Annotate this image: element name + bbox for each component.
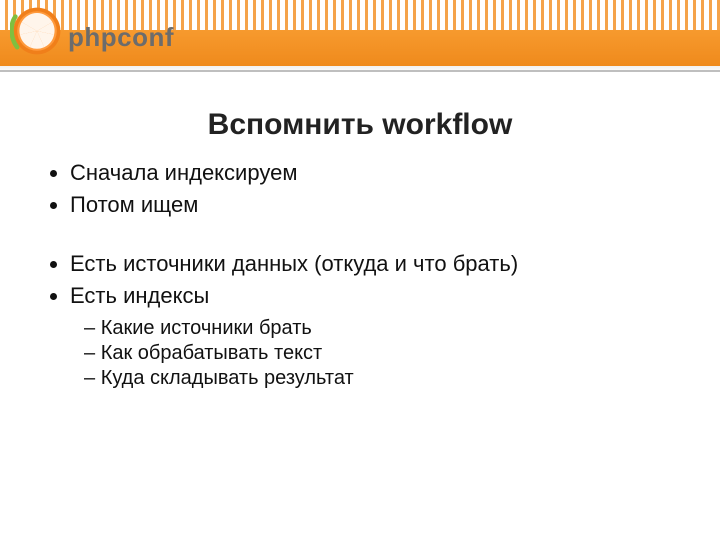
- list-item: Куда складывать результат: [84, 367, 680, 390]
- brand-logo: phpconf: [10, 4, 174, 58]
- sub-bullet-list: Какие источники брать Как обрабатывать т…: [42, 317, 680, 390]
- list-item: Сначала индексируем: [70, 158, 680, 188]
- slide-title: Вспомнить workflow: [0, 108, 720, 142]
- bullet-list-2: Есть источники данных (откуда и что брат…: [42, 249, 680, 310]
- list-item: Есть источники данных (откуда и что брат…: [70, 249, 680, 279]
- brand-name: phpconf: [68, 22, 174, 53]
- list-item: Какие источники брать: [84, 317, 680, 340]
- slide: phpconf Вспомнить workflow Сначала индек…: [0, 0, 720, 540]
- list-item: Есть индексы: [70, 281, 680, 311]
- spacer: [42, 221, 680, 249]
- header-divider: [0, 70, 720, 72]
- slide-header: phpconf: [0, 0, 720, 88]
- list-item: Как обрабатывать текст: [84, 342, 680, 365]
- slide-content: Сначала индексируем Потом ищем Есть исто…: [42, 158, 680, 392]
- list-item: Потом ищем: [70, 190, 680, 220]
- orange-slice-icon: [10, 4, 64, 58]
- bullet-list-1: Сначала индексируем Потом ищем: [42, 158, 680, 219]
